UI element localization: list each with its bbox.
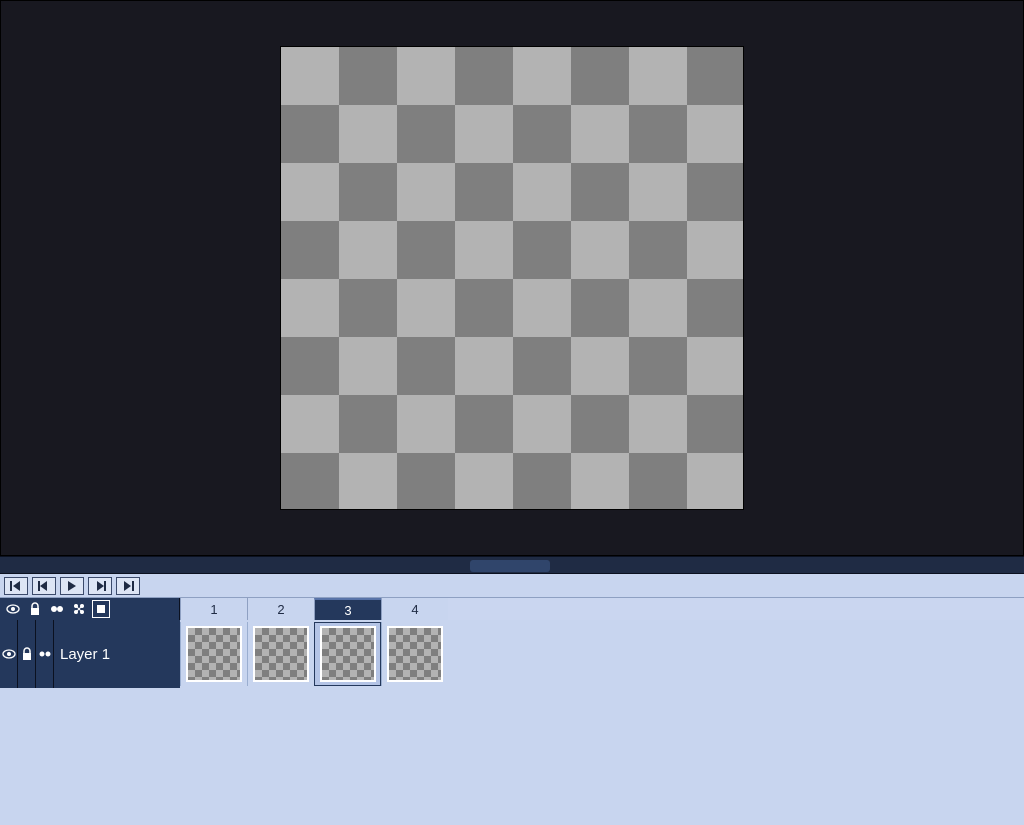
frame-cell-3[interactable] bbox=[314, 622, 381, 686]
canvas-area[interactable] bbox=[0, 0, 1024, 556]
app-root: 1234 Layer 1 bbox=[0, 0, 1024, 825]
frame-options-icon[interactable] bbox=[92, 600, 110, 618]
first-frame-button[interactable] bbox=[4, 577, 28, 595]
frames-strip bbox=[180, 620, 1024, 688]
canvas-horizontal-scrollbar[interactable] bbox=[0, 556, 1024, 574]
frame-thumbnail bbox=[253, 626, 309, 682]
frame-cell-4[interactable] bbox=[381, 622, 448, 686]
frame-thumbnail bbox=[320, 626, 376, 682]
frame-headers: 1234 bbox=[180, 598, 1024, 620]
frame-cell-2[interactable] bbox=[247, 622, 314, 686]
frame-header-3[interactable]: 3 bbox=[314, 598, 381, 620]
layer-visible-toggle[interactable] bbox=[0, 620, 18, 688]
layer-row: Layer 1 bbox=[0, 620, 1024, 688]
frame-cell-1[interactable] bbox=[180, 622, 247, 686]
layer-continuous-toggle[interactable] bbox=[36, 620, 54, 688]
frame-thumbnail bbox=[186, 626, 242, 682]
layer-lock-toggle[interactable] bbox=[18, 620, 36, 688]
frame-header-1[interactable]: 1 bbox=[180, 598, 247, 620]
onion-skin-icon[interactable] bbox=[48, 600, 66, 618]
timeline-tool-strip bbox=[0, 598, 180, 620]
play-button[interactable] bbox=[60, 577, 84, 595]
link-cels-icon[interactable] bbox=[70, 600, 88, 618]
frame-header-2[interactable]: 2 bbox=[247, 598, 314, 620]
layer-strip[interactable]: Layer 1 bbox=[0, 620, 180, 688]
next-frame-button[interactable] bbox=[88, 577, 112, 595]
playback-controls bbox=[0, 574, 1024, 598]
eye-icon[interactable] bbox=[4, 600, 22, 618]
frame-header-4[interactable]: 4 bbox=[381, 598, 448, 620]
transparency-checker bbox=[281, 47, 743, 509]
last-frame-button[interactable] bbox=[116, 577, 140, 595]
canvas[interactable] bbox=[280, 46, 744, 510]
timeline-header: 1234 bbox=[0, 598, 1024, 620]
timeline-empty-area[interactable] bbox=[0, 688, 1024, 825]
layer-name-label[interactable]: Layer 1 bbox=[54, 646, 180, 663]
previous-frame-button[interactable] bbox=[32, 577, 56, 595]
frame-thumbnail bbox=[387, 626, 443, 682]
lock-icon[interactable] bbox=[26, 600, 44, 618]
scrollbar-thumb[interactable] bbox=[470, 560, 550, 572]
